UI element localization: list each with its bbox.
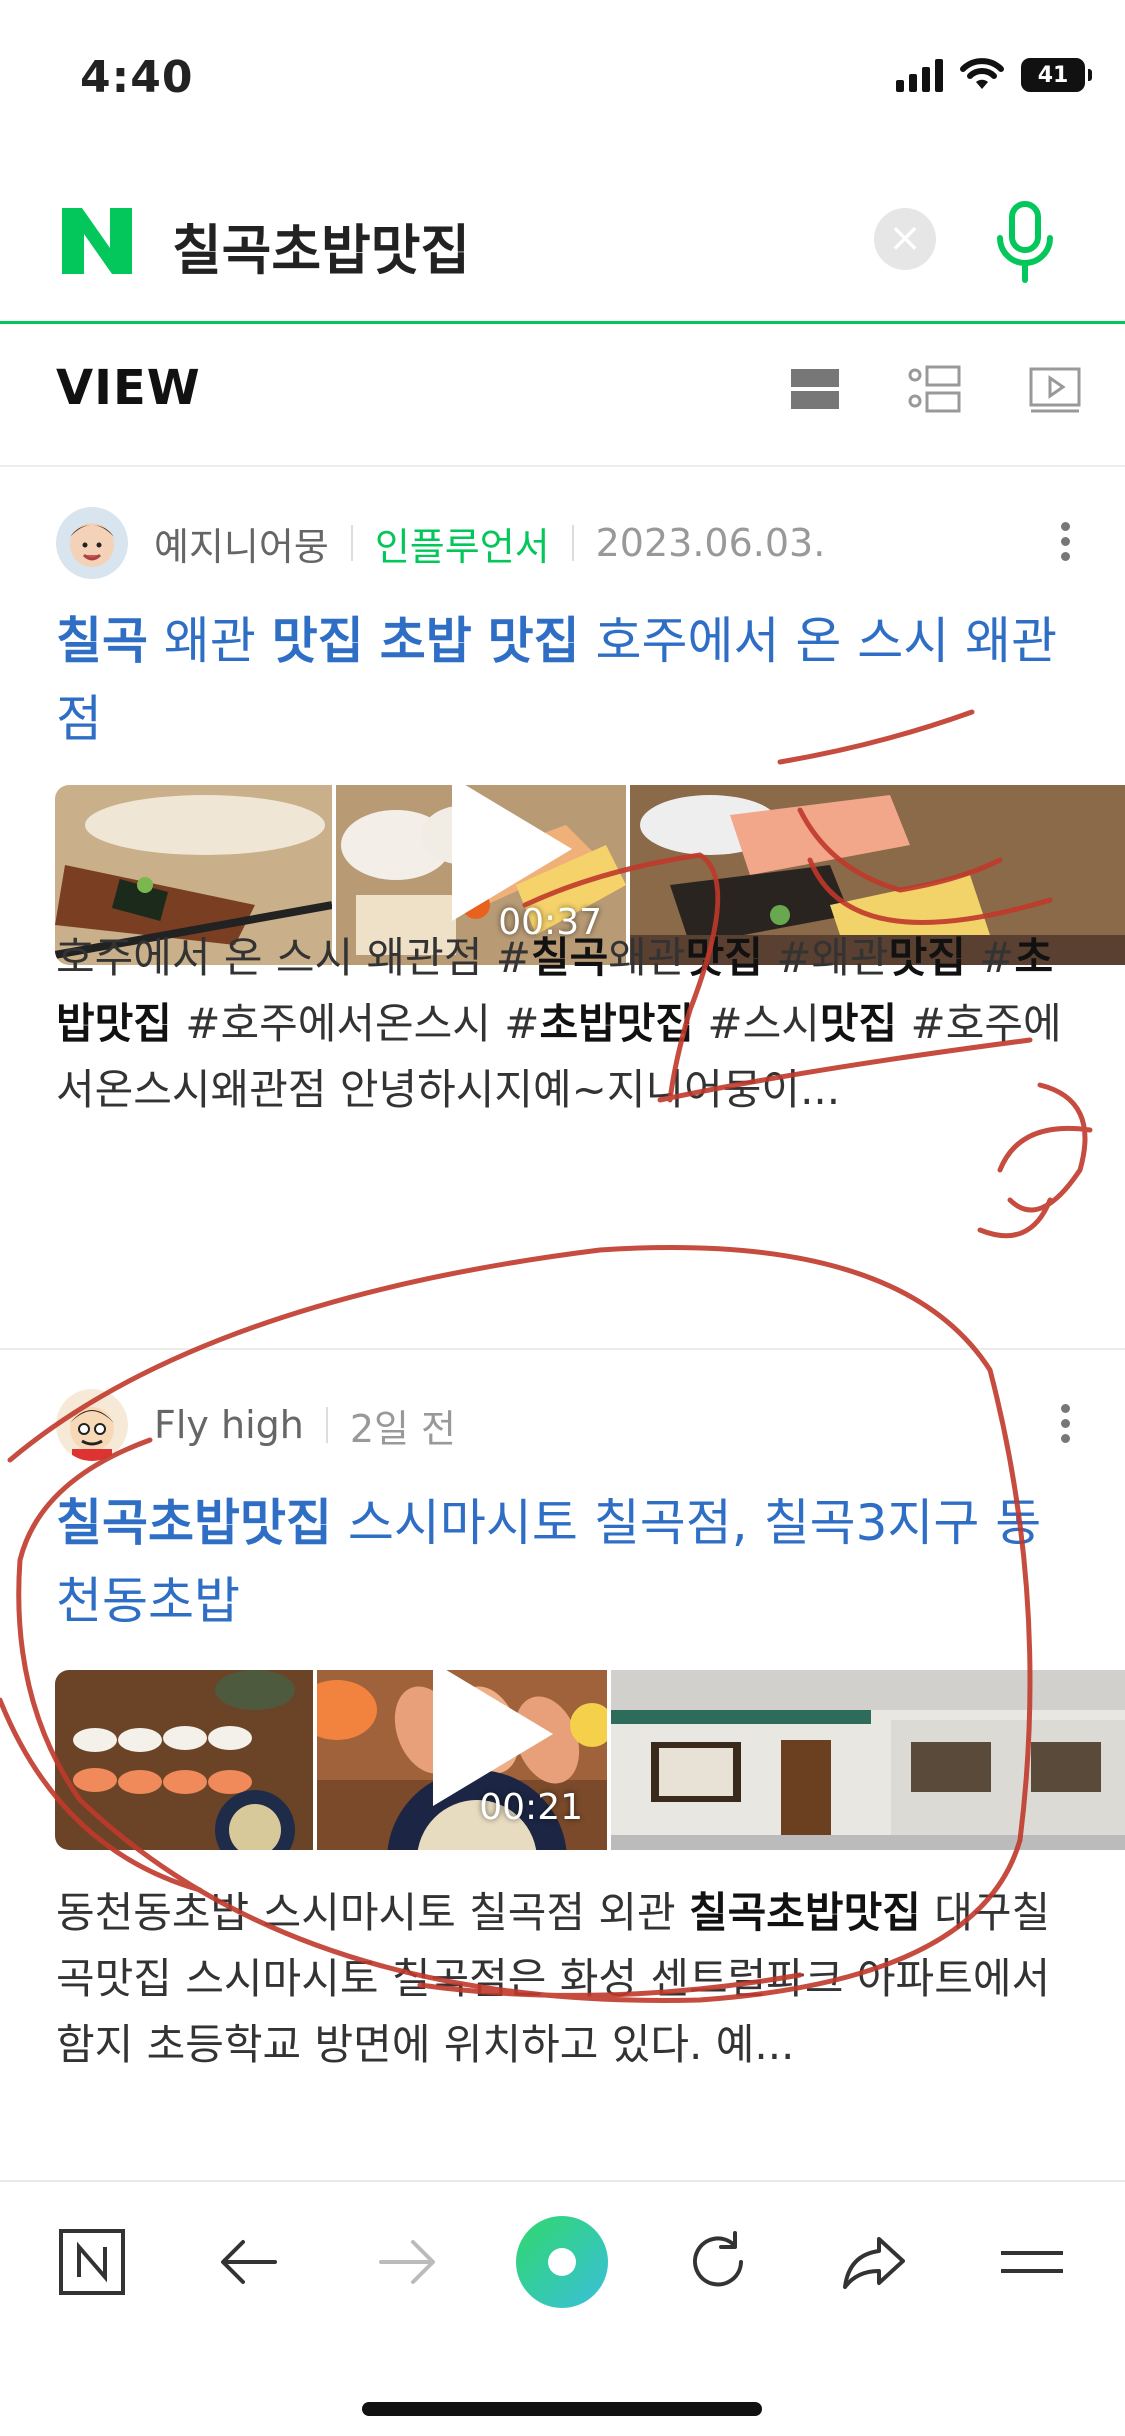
post-meta: 예지니어뭉 인플루언서 2023.06.03. — [56, 507, 826, 579]
view-title: VIEW — [56, 360, 201, 416]
search-result-post[interactable]: Fly high 2일 전 칠곡초밥맛집 스시마시토 칠곡점, 칠곡3지구 동천… — [0, 1352, 1125, 2192]
battery-icon: 41 — [1021, 58, 1092, 92]
view-mode-switcher — [785, 359, 1085, 419]
search-bar: 칠곡초밥맛집 × — [0, 180, 1125, 324]
avatar[interactable] — [56, 507, 128, 579]
view-tab-bar: VIEW — [0, 327, 1125, 467]
more-options-icon[interactable] — [1061, 1404, 1075, 1443]
search-input[interactable]: 칠곡초밥맛집 — [172, 206, 470, 285]
influencer-badge: 인플루언서 — [374, 524, 550, 569]
home-indicator[interactable] — [362, 2402, 762, 2416]
video-view-icon[interactable] — [1025, 359, 1085, 419]
status-bar: 4:40 41 — [0, 0, 1125, 150]
more-options-icon[interactable] — [1061, 522, 1075, 561]
refresh-icon[interactable] — [678, 2222, 758, 2302]
share-icon[interactable] — [834, 2222, 914, 2302]
cellular-signal-icon — [896, 58, 943, 92]
thumbnail-image[interactable] — [611, 1670, 1125, 1850]
naver-home-icon[interactable] — [52, 2222, 132, 2302]
thumbnail-image[interactable] — [55, 1670, 313, 1850]
bottom-toolbar — [0, 2180, 1125, 2436]
back-arrow-icon[interactable] — [210, 2222, 290, 2302]
forward-arrow-icon — [366, 2222, 446, 2302]
post-meta: Fly high 2일 전 — [56, 1389, 457, 1461]
divider — [325, 1407, 328, 1443]
avatar[interactable] — [56, 1389, 128, 1461]
divider — [571, 525, 574, 561]
card-view-icon[interactable] — [785, 359, 845, 419]
battery-level: 41 — [1037, 62, 1069, 88]
microphone-icon[interactable] — [990, 198, 1060, 286]
post-thumbnails: 00:21 — [55, 1670, 1125, 1850]
green-dot-icon[interactable] — [514, 2214, 610, 2310]
post-snippet[interactable]: 동천동초밥 스시마시토 칠곡점 외관 칠곡초밥맛집 대구칠곡맛집 스시마시토 칠… — [56, 1880, 1076, 2078]
video-thumbnail[interactable]: 00:21 — [317, 1670, 607, 1850]
post-title-link[interactable]: 칠곡초밥맛집 스시마시토 칠곡점, 칠곡3지구 동천동초밥 — [56, 1484, 1066, 1640]
video-duration: 00:21 — [479, 1787, 583, 1828]
clear-search-button[interactable]: × — [874, 208, 936, 270]
post-title-link[interactable]: 칠곡 왜관 맛집 초밥 맛집 호주에서 온 스시 왜관점 — [56, 602, 1066, 758]
post-author[interactable]: Fly high — [154, 1403, 304, 1447]
post-date: 2일 전 — [349, 1406, 457, 1451]
menu-icon[interactable] — [992, 2222, 1072, 2302]
status-icons: 41 — [896, 58, 1092, 92]
divider — [350, 525, 353, 561]
search-result-post[interactable]: 예지니어뭉 인플루언서 2023.06.03. 칠곡 왜관 맛집 초밥 맛집 호… — [0, 470, 1125, 1350]
list-view-icon[interactable] — [905, 359, 965, 419]
naver-logo-icon[interactable] — [58, 202, 136, 280]
wifi-icon — [960, 58, 1004, 89]
status-time: 4:40 — [80, 52, 194, 103]
post-snippet[interactable]: 호주에서 온 스시 왜관점 #칠곡왜관맛집 #왜관맛집 #초밥맛집 #호주에서온… — [56, 925, 1076, 1123]
post-author[interactable]: 예지니어뭉 — [154, 516, 329, 571]
post-date: 2023.06.03. — [595, 521, 826, 565]
